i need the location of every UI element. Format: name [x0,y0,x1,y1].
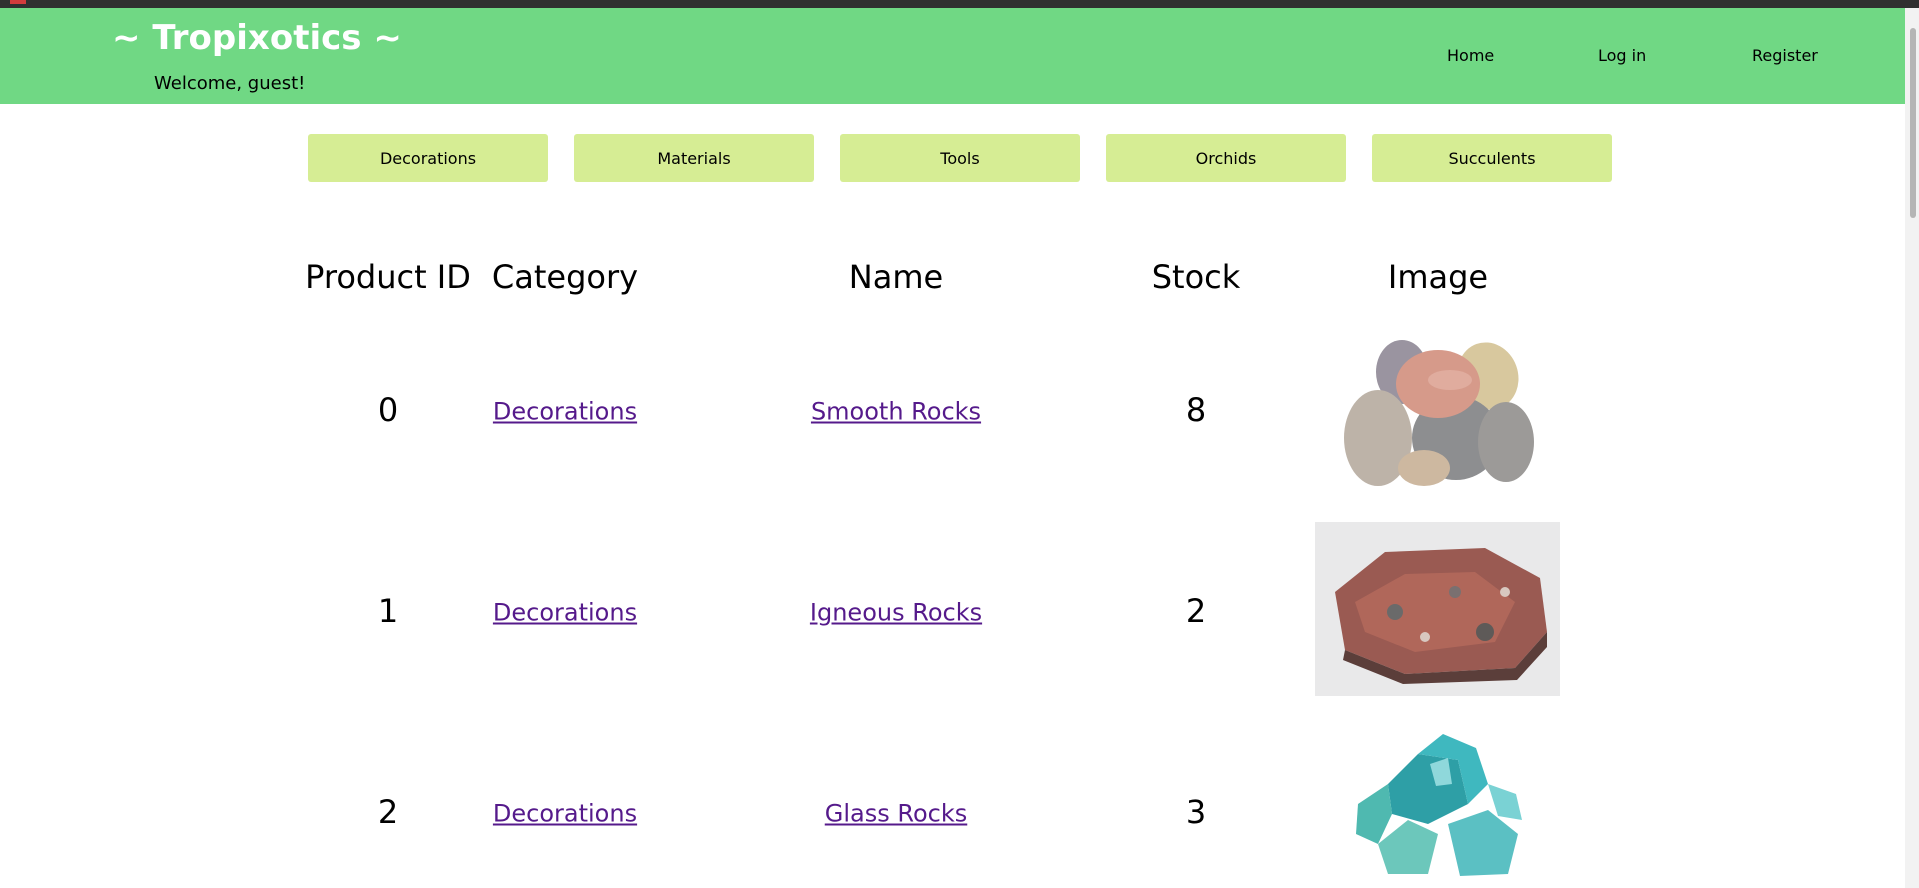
smooth-rocks-image[interactable] [1338,318,1538,494]
welcome-message: Welcome, guest! [154,73,306,94]
row-product-id: 1 [377,592,399,630]
category-decorations-button[interactable]: Decorations [308,134,548,182]
row-category-link[interactable]: Decorations [493,398,637,426]
glass-rocks-image[interactable] [1348,724,1528,888]
browser-top-strip [0,0,1919,8]
row-stock: 3 [1185,793,1207,831]
category-tools-button[interactable]: Tools [840,134,1080,182]
row-product-id: 2 [377,793,399,831]
row-name-link[interactable]: Igneous Rocks [810,599,982,627]
header-stock: Stock [1151,258,1241,296]
category-orchids-button[interactable]: Orchids [1106,134,1346,182]
category-materials-button[interactable]: Materials [574,134,814,182]
row-category-link[interactable]: Decorations [493,599,637,627]
header-image: Image [1387,258,1489,296]
page-scrollbar[interactable] [1905,8,1919,888]
nav-login-link[interactable]: Log in [1598,46,1646,65]
row-name-link[interactable]: Glass Rocks [825,800,968,828]
scrollbar-thumb[interactable] [1910,28,1916,218]
header-product-id: Product ID [305,258,471,296]
row-category-link[interactable]: Decorations [493,800,637,828]
row-stock: 2 [1185,592,1207,630]
nav-register-link[interactable]: Register [1752,46,1818,65]
browser-tab-icon [10,0,26,4]
header-name: Name [848,258,944,296]
row-product-id: 0 [377,391,399,429]
igneous-rocks-image[interactable] [1315,522,1560,696]
nav-home-link[interactable]: Home [1447,46,1494,65]
site-header: ~ Tropixotics ~ Welcome, guest! Home Log… [0,8,1919,104]
row-name-link[interactable]: Smooth Rocks [811,398,981,426]
row-stock: 8 [1185,391,1207,429]
header-category: Category [491,258,639,296]
category-succulents-button[interactable]: Succulents [1372,134,1612,182]
site-logo[interactable]: ~ Tropixotics ~ [112,18,402,58]
